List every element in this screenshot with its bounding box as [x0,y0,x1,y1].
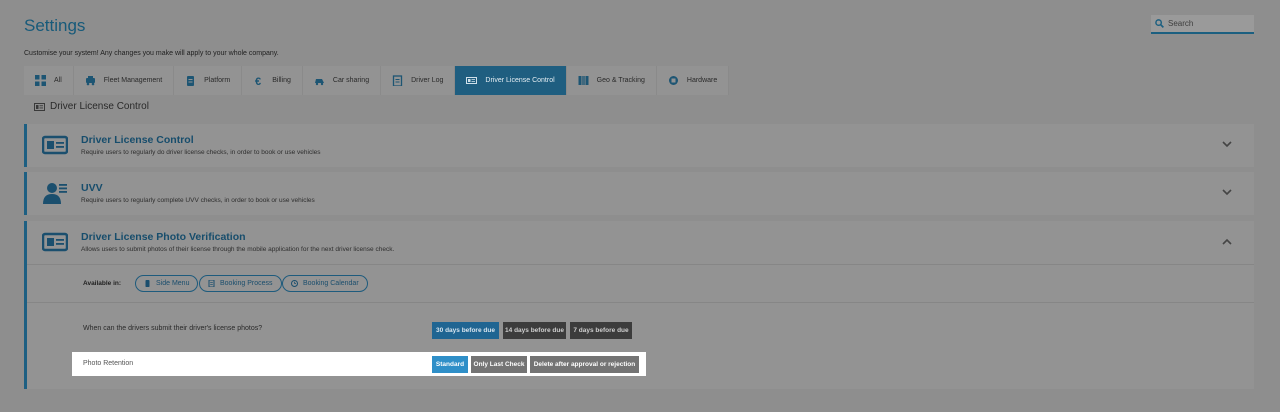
search-icon [1155,19,1164,28]
settings-tabs: All Fleet Management Platform € Billing … [24,66,730,95]
car-icon [85,76,95,86]
photo-retention-row: Photo Retention Standard Only Last Check… [72,352,646,376]
person-checklist-icon [43,183,67,204]
pill-label: Booking Calendar [303,280,359,287]
available-side-menu-pill[interactable]: Side Menu [135,275,199,292]
card-title: UVV [81,182,103,194]
photo-retention-label: Photo Retention [83,360,134,367]
car-share-icon [314,79,324,86]
tab-label: Platform [204,77,231,84]
id-card-icon [42,135,68,155]
tab-label: Geo & Tracking [596,77,645,84]
document-icon [208,280,215,287]
tab-geo-tracking[interactable]: Geo & Tracking [566,66,657,95]
card-title: Driver License Control [81,134,194,146]
card-header[interactable]: UVV Require users to regularly complete … [27,172,1254,215]
option-14-days-button[interactable]: 14 days before due [503,322,566,339]
calendar-clock-icon [291,280,298,287]
search-input[interactable] [1168,19,1248,28]
tab-billing[interactable]: € Billing [242,66,303,95]
tab-label: Driver License Control [485,77,555,84]
available-in-row: Available in: Side Menu Booking Process … [27,265,1254,302]
card-header[interactable]: Driver License Control Require users to … [27,124,1254,167]
tab-car-sharing[interactable]: Car sharing [302,66,382,95]
tab-hardware[interactable]: Hardware [656,66,730,95]
clipboard-icon [187,76,195,86]
submit-timing-row: When can the drivers submit their driver… [27,303,1254,347]
retention-delete-after-approval-button[interactable]: Delete after approval or rejection [530,356,639,373]
card-description: Require users to regularly do driver lic… [81,149,321,156]
available-booking-calendar-pill[interactable]: Booking Calendar [282,275,368,292]
tab-label: Hardware [686,77,718,84]
card-title: Driver License Photo Verification [81,231,246,243]
id-card-icon [42,232,68,252]
phone-icon [145,280,150,287]
section-heading: Driver License Control [34,101,149,112]
tab-all[interactable]: All [24,66,74,95]
svg-text:€: € [255,76,261,86]
tab-driver-log[interactable]: Driver Log [381,66,456,95]
chevron-up-icon[interactable] [1222,238,1232,245]
tab-platform[interactable]: Platform [174,66,243,95]
map-icon [578,76,589,85]
option-30-days-button[interactable]: 30 days before due [432,322,499,339]
tab-label: All [54,77,62,84]
id-card-icon [34,102,45,111]
card-driver-license-control: Driver License Control Require users to … [24,124,1254,167]
tab-label: Driver Log [411,77,444,84]
retention-only-last-check-button[interactable]: Only Last Check [471,356,527,373]
page-title: Settings [24,16,86,35]
tab-fleet-management[interactable]: Fleet Management [73,66,175,95]
card-description: Allows users to submit photos of their l… [81,246,395,253]
option-7-days-button[interactable]: 7 days before due [570,322,632,339]
tab-label: Fleet Management [103,77,163,84]
card-description: Require users to regularly complete UVV … [81,197,315,204]
submit-timing-question: When can the drivers submit their driver… [83,325,263,332]
chevron-down-icon[interactable] [1222,141,1232,148]
grid-icon [35,75,46,86]
retention-standard-button[interactable]: Standard [432,356,468,373]
tab-driver-license-control[interactable]: Driver License Control [455,66,567,95]
tab-label: Car sharing [332,77,370,84]
id-card-icon [466,77,478,84]
page-subtitle: Customise your system! Any changes you m… [24,50,279,57]
tab-label: Billing [272,77,291,84]
pill-label: Side Menu [156,280,190,287]
euro-icon: € [255,76,261,86]
pill-label: Booking Process [220,280,273,287]
chevron-down-icon[interactable] [1222,189,1232,196]
search-box[interactable] [1151,15,1254,34]
card-uvv: UVV Require users to regularly complete … [24,172,1254,215]
card-header[interactable]: Driver License Photo Verification Allows… [27,221,1254,264]
chip-icon [668,76,678,85]
section-heading-label: Driver License Control [50,101,149,112]
available-in-label: Available in: [83,280,122,287]
log-icon [392,75,403,86]
available-booking-process-pill[interactable]: Booking Process [199,275,282,292]
